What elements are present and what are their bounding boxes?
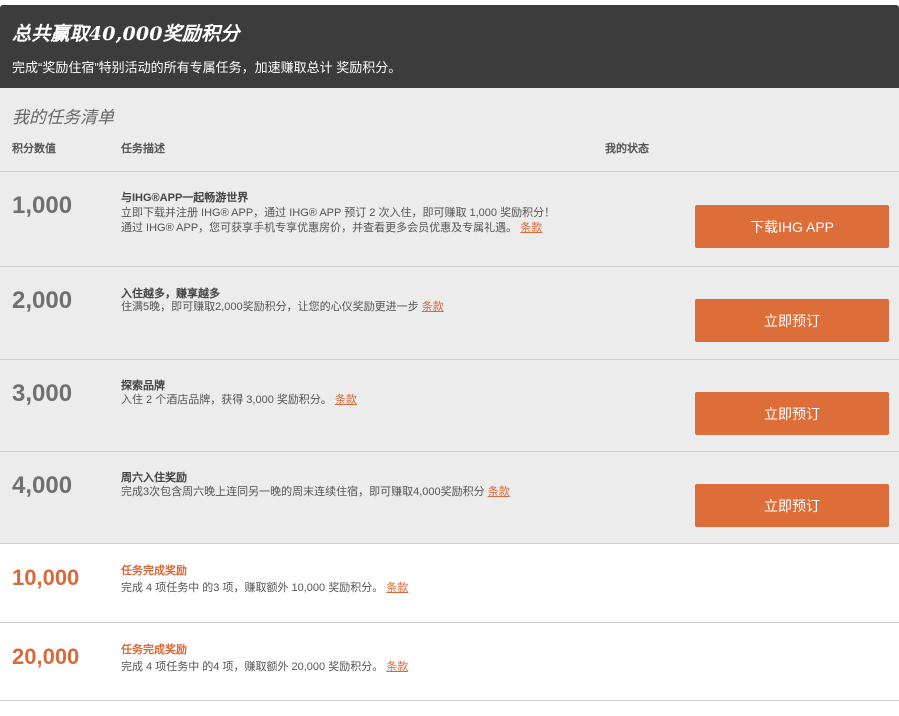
bonus-description-text: 完成 4 项任务中 的3 项，赚取额外 10,000 奖励积分。 <box>121 582 384 594</box>
divider <box>0 700 899 701</box>
bonus-points: 10,000 <box>12 565 80 590</box>
task-row-stays: 2,000 入住越多，赚享越多 住满5晚，即可赚取2,000奖励积分，让您的心仪… <box>0 266 899 359</box>
task-title: 探索品牌 <box>121 380 165 392</box>
terms-link[interactable]: 条款 <box>488 486 510 498</box>
task-description: 住满5晚，即可赚取2,000奖励积分，让您的心仪奖励更进一步 条款 <box>121 300 444 315</box>
task-title: 入住越多，赚享越多 <box>121 288 220 300</box>
task-description-text: 通过 IHG® APP，您可获享手机专享优惠房价，并查看更多会员优惠及专属礼遇。 <box>121 222 518 234</box>
task-points: 4,000 <box>12 472 73 499</box>
task-list-title: 我的任务清单 <box>12 108 114 128</box>
task-description-text: 住满5晚，即可赚取2,000奖励积分，让您的心仪奖励更进一步 <box>121 301 419 313</box>
promo-banner: 总共赢取40,000奖励积分 完成“奖励住宿”特别活动的所有专属任务，加速赚取总… <box>0 5 899 88</box>
bonus-description: 完成 4 项任务中 的3 项，赚取额外 10,000 奖励积分。 条款 <box>121 579 408 595</box>
book-now-button[interactable]: 立即预订 <box>695 484 889 527</box>
task-description: 立即下载并注册 IHG® APP，通过 IHG® APP 预订 2 次入住，即可… <box>121 206 555 236</box>
terms-link[interactable]: 条款 <box>422 301 444 313</box>
bonus-row-3-of-4: 10,000 任务完成奖励 完成 4 项任务中 的3 项，赚取额外 10,000… <box>0 543 899 623</box>
task-description-line: 立即下载并注册 IHG® APP，通过 IHG® APP 预订 2 次入住，即可… <box>121 207 556 219</box>
task-description-text: 完成3次包含周六晚上连同另一晚的周末连续住宿，即可赚取4,000奖励积分 <box>121 486 485 498</box>
task-description: 完成3次包含周六晚上连同另一晚的周末连续住宿，即可赚取4,000奖励积分 条款 <box>121 485 510 500</box>
task-title: 周六入住奖励 <box>121 472 187 484</box>
bonus-row-4-of-4: 20,000 任务完成奖励 完成 4 项任务中 的4 项，赚取额外 20,000… <box>0 622 899 701</box>
bonus-title: 任务完成奖励 <box>121 644 187 656</box>
task-list: 我的任务清单 积分数值 任务描述 我的状态 1,000 与IHG®APP一起畅游… <box>0 88 899 543</box>
task-row-saturday: 4,000 周六入住奖励 完成3次包含周六晚上连同另一晚的周末连续住宿，即可赚取… <box>0 451 899 544</box>
book-now-button[interactable]: 立即预订 <box>695 392 889 435</box>
page: 总共赢取40,000奖励积分 完成“奖励住宿”特别活动的所有专属任务，加速赚取总… <box>0 0 899 716</box>
column-header-description: 任务描述 <box>121 143 165 155</box>
bonus-points: 20,000 <box>12 644 80 669</box>
banner-subtitle: 完成“奖励住宿”特别活动的所有专属任务，加速赚取总计 奖励积分。 <box>12 60 402 75</box>
bonus-description-text: 完成 4 项任务中 的4 项，赚取额外 20,000 奖励积分。 <box>121 661 384 673</box>
task-description-text: 入住 2 个酒店品牌，获得 3,000 奖励积分。 <box>121 394 332 406</box>
task-description: 入住 2 个酒店品牌，获得 3,000 奖励积分。 条款 <box>121 393 357 408</box>
task-points: 1,000 <box>12 192 73 219</box>
book-now-button[interactable]: 立即预订 <box>695 299 889 342</box>
banner-title: 总共赢取40,000奖励积分 <box>12 23 240 45</box>
column-header-status: 我的状态 <box>605 143 649 155</box>
terms-link[interactable]: 条款 <box>386 582 408 594</box>
bonus-description: 完成 4 项任务中 的4 项，赚取额外 20,000 奖励积分。 条款 <box>121 658 408 674</box>
column-header-points: 积分数值 <box>12 143 56 155</box>
task-row-brands: 3,000 探索品牌 入住 2 个酒店品牌，获得 3,000 奖励积分。 条款 … <box>0 359 899 452</box>
bonus-title: 任务完成奖励 <box>121 565 187 577</box>
terms-link[interactable]: 条款 <box>335 394 357 406</box>
task-title: 与IHG®APP一起畅游世界 <box>121 192 249 204</box>
task-row-app: 1,000 与IHG®APP一起畅游世界 立即下载并注册 IHG® APP，通过… <box>0 171 899 267</box>
terms-link[interactable]: 条款 <box>520 222 542 234</box>
download-ihg-app-button[interactable]: 下载IHG APP <box>695 205 889 248</box>
task-description-line: 通过 IHG® APP，您可获享手机专享优惠房价，并查看更多会员优惠及专属礼遇。… <box>121 221 555 236</box>
task-points: 2,000 <box>12 287 73 314</box>
terms-link[interactable]: 条款 <box>386 661 408 673</box>
task-points: 3,000 <box>12 380 73 407</box>
